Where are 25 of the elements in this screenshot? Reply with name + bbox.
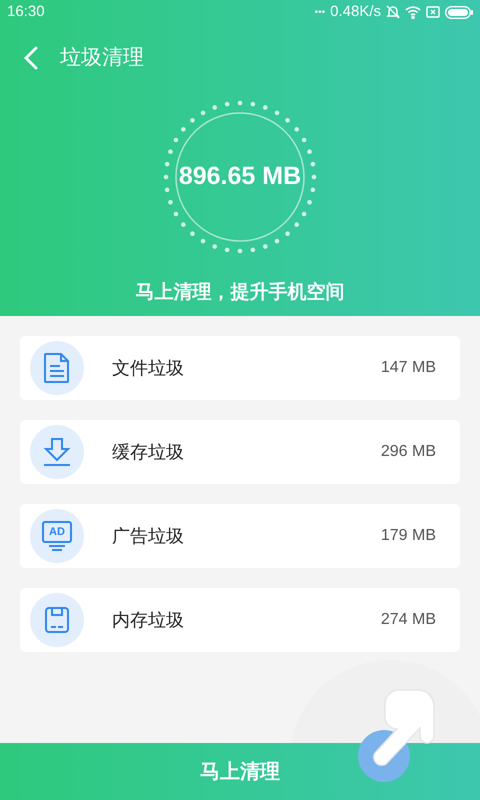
page-title: 垃圾清理 — [60, 45, 144, 72]
status-time: 16:30 — [7, 2, 45, 22]
junk-category-card[interactable]: 内存垃圾 274 MB — [20, 588, 460, 652]
category-name: 广告垃圾 — [112, 524, 184, 548]
category-name: 文件垃圾 — [112, 356, 184, 380]
back-icon — [24, 46, 38, 70]
wifi-icon — [405, 6, 421, 18]
category-name: 缓存垃圾 — [112, 440, 184, 464]
category-size: 179 MB — [380, 526, 436, 546]
category-name: 内存垃圾 — [112, 608, 184, 632]
junk-category-card[interactable]: 文件垃圾 147 MB — [20, 336, 460, 400]
category-size: 274 MB — [380, 610, 436, 630]
sim-icon — [426, 6, 440, 18]
category-size: 296 MB — [380, 442, 436, 462]
bell-off-icon — [386, 5, 400, 19]
document-icon — [42, 352, 72, 384]
download-icon — [42, 437, 72, 467]
status-dots: ••• — [314, 6, 326, 20]
network-speed: 0.48K/s — [330, 2, 381, 22]
clean-hint: 马上清理，提升手机空间 — [136, 280, 344, 305]
junk-size: 896.65 MB — [178, 161, 302, 192]
junk-category-card[interactable]: 缓存垃圾 296 MB — [20, 420, 460, 484]
junk-category-card[interactable]: AD 广告垃圾 179 MB — [20, 504, 460, 568]
category-size: 147 MB — [380, 358, 436, 378]
battery-icon — [445, 6, 473, 18]
